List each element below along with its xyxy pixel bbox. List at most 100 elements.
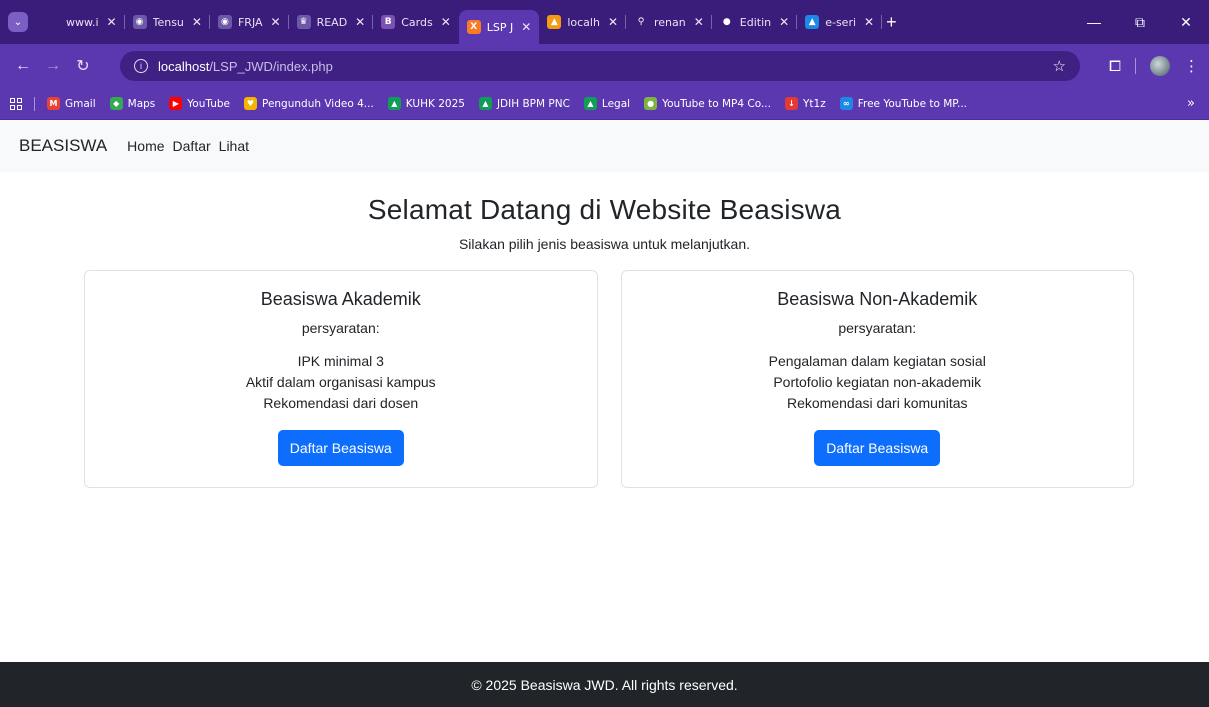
bookmark-item[interactable]: M Gmail [47,97,96,110]
daftar-non-akademik-button[interactable]: Daftar Beasiswa [814,430,941,466]
forward-arrow-icon[interactable]: → [40,57,66,75]
navbar-brand[interactable]: BEASISWA [19,136,107,156]
window-controls: — ⧉ ✕ [1071,0,1209,44]
crown-icon: ♛ [296,15,311,29]
drive-icon: ▲ [805,15,820,29]
tab-close-icon[interactable]: ✕ [192,15,202,29]
site-info-icon[interactable]: i [134,59,148,73]
browser-tab[interactable]: ▲ e-seri ✕ [797,7,883,37]
page-title: Selamat Datang di Website Beasiswa [367,194,842,225]
bookmark-label: Yt1z [802,97,826,110]
tab-label: READ [316,15,348,29]
bookmark-item[interactable]: ▲ Legal [583,97,631,110]
tab-close-icon[interactable]: ✕ [271,15,281,29]
tab-divider [881,15,883,29]
bookmarks-overflow-icon[interactable]: » [1187,96,1195,111]
tab-label: FRJA [237,15,263,29]
close-window-button[interactable]: ✕ [1163,14,1209,31]
requirement-item: Rekomendasi dari komunitas [786,395,968,411]
requirement-item: IPK minimal 3 [297,353,384,369]
nav-link-lihat[interactable]: Lihat [219,138,249,154]
globe-icon: ◉ [217,15,232,29]
bookmark-label: Gmail [65,97,96,110]
browser-tab[interactable]: ▲ localh ✕ [539,7,626,37]
requirements-list: Pengalaman dalam kegiatan sosial Portofo… [622,351,1134,414]
bookmark-label: Maps [127,97,156,110]
browser-tab[interactable]: ◉ Tensu ✕ [125,7,210,37]
requirements-heading: persyaratan: [301,320,380,336]
tab-search-chevron-icon[interactable]: ⌄ [8,12,28,32]
card-beasiswa-non-akademik: Beasiswa Non-Akademik persyaratan: Penga… [620,270,1134,488]
browser-tab[interactable]: ♛ READ ✕ [289,7,374,37]
bookmark-label: YouTube [187,97,230,110]
bookmarks-divider [34,96,35,111]
browser-tab[interactable]: B Cards ✕ [373,7,459,37]
browser-tab[interactable]: ● Editin ✕ [712,7,798,37]
bookmark-label: Legal [601,97,631,110]
tab-label: www.i [66,15,99,29]
tab-label: Cards [401,15,433,29]
infinity-icon: ∞ [839,97,853,110]
bookmark-item[interactable]: ▲ JDIH BPM PNC [478,97,570,110]
daftar-akademik-button[interactable]: Daftar Beasiswa [277,430,404,466]
nav-link-home[interactable]: Home [127,138,164,154]
browser-tab[interactable]: ⚲ renan ✕ [626,7,712,37]
maps-icon: ◆ [109,97,123,110]
bookmark-item[interactable]: ∞ Free YouTube to MP... [839,97,967,110]
bookmark-label: KUHK 2025 [405,97,465,110]
tab-label: e-seri [825,15,857,29]
card-title: Beasiswa Non-Akademik [777,289,978,309]
page-subtitle: Silakan pilih jenis beasiswa untuk melan… [458,236,751,252]
youtube-icon: ▶ [169,97,183,110]
browser-tab[interactable]: www.i ✕ [38,7,125,37]
nav-link-daftar[interactable]: Daftar [173,138,211,154]
bookmark-item[interactable]: ▶ YouTube [169,97,230,110]
drive-icon: ▲ [583,97,597,110]
site-navbar: BEASISWA Home Daftar Lihat [0,120,1209,172]
tab-label: localh [567,15,600,29]
site-footer: © 2025 Beasiswa JWD. All rights reserved… [0,662,1209,707]
tab-close-icon[interactable]: ✕ [441,15,451,29]
drive-icon: ▲ [478,97,492,110]
bookmark-item[interactable]: ◆ Maps [109,97,156,110]
minimize-button[interactable]: — [1071,14,1117,30]
restore-button[interactable]: ⧉ [1117,14,1163,31]
tab-close-icon[interactable]: ✕ [779,15,789,29]
tab-label: renan [654,15,686,29]
tab-label: Editin [739,15,772,29]
tab-close-icon[interactable]: ✕ [521,20,531,34]
bookmark-star-icon[interactable]: ☆ [1053,57,1066,75]
toolbar-actions: ⧠ ⋮ [1109,44,1199,88]
drive-icon: ▲ [387,97,401,110]
kebab-menu-icon[interactable]: ⋮ [1184,57,1199,75]
tab-close-icon[interactable]: ✕ [864,15,874,29]
requirements-list: IPK minimal 3 Aktif dalam organisasi kam… [85,351,597,414]
tab-label: Tensu [152,15,184,29]
tab-close-icon[interactable]: ✕ [694,15,704,29]
apps-grid-icon[interactable] [10,97,22,110]
back-arrow-icon[interactable]: ← [10,57,36,75]
bookmark-item[interactable]: ▲ KUHK 2025 [387,97,465,110]
reload-icon[interactable]: ↻ [70,56,96,76]
new-tab-button[interactable]: + [886,12,897,33]
browser-tab-active[interactable]: X LSP J ✕ [458,10,540,44]
bootstrap-icon: B [381,15,396,29]
bookmarks-bar: M Gmail ◆ Maps ▶ YouTube ♥ Pengunduh Video 4… [0,88,1209,120]
github-icon: ● [719,15,734,29]
tab-close-icon[interactable]: ✕ [107,15,117,29]
globe-icon [46,15,60,29]
bird-icon: ● [644,97,658,110]
toolbar-divider [1135,58,1136,74]
tab-close-icon[interactable]: ✕ [608,15,618,29]
address-bar[interactable]: i localhost/LSP_JWD/index.php ☆ [120,51,1080,81]
profile-avatar[interactable] [1150,56,1170,76]
bookmark-item[interactable]: ♥ Pengunduh Video 4... [243,97,374,110]
extensions-puzzle-icon[interactable]: ⧠ [1109,58,1121,75]
bookmark-item[interactable]: ● YouTube to MP4 Co... [644,97,771,110]
heart-icon: ♥ [243,97,257,110]
address-toolbar: ← → ↻ i localhost/LSP_JWD/index.php ☆ ⧠ … [0,44,1209,88]
bookmark-item[interactable]: ↓ Yt1z [784,97,826,110]
browser-tab[interactable]: ◉ FRJA ✕ [210,7,289,37]
download-icon: ↓ [784,97,798,110]
tab-close-icon[interactable]: ✕ [355,15,365,29]
